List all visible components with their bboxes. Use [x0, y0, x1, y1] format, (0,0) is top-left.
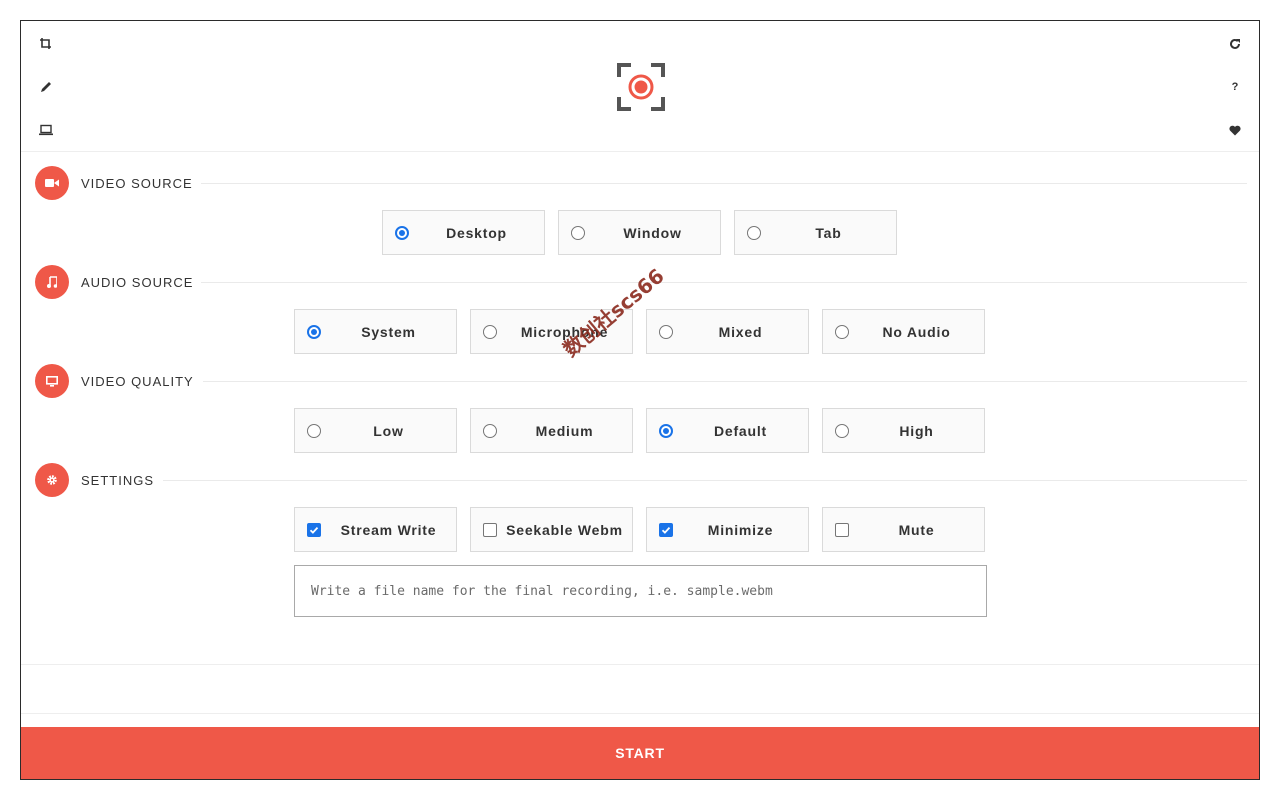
checkbox-stream-write[interactable] [307, 523, 321, 537]
option-label: High [899, 422, 934, 439]
option-label: Desktop [446, 224, 507, 241]
video-quality-high[interactable]: High [822, 408, 985, 453]
option-label: Window [623, 224, 682, 241]
video-quality-medium[interactable]: Medium [470, 408, 633, 453]
music-note-icon [35, 265, 69, 299]
section-title: VIDEO SOURCE [81, 175, 193, 191]
option-label: Default [713, 422, 768, 439]
video-quality-header: VIDEO QUALITY [35, 363, 194, 399]
section-divider [203, 381, 1247, 382]
video-source-header: VIDEO SOURCE [35, 165, 193, 201]
reload-icon[interactable] [1225, 34, 1245, 54]
radio-high[interactable] [835, 424, 849, 438]
video-quality-default[interactable]: Default [646, 408, 809, 453]
radio-no-audio[interactable] [835, 325, 849, 339]
setting-seekable-webm[interactable]: Seekable Webm [470, 507, 633, 552]
heart-icon[interactable] [1225, 120, 1245, 140]
radio-mixed[interactable] [659, 325, 673, 339]
setting-mute[interactable]: Mute [822, 507, 985, 552]
option-label: Mute [898, 521, 935, 538]
video-source-desktop[interactable]: Desktop [382, 210, 545, 255]
settings-header: SETTINGS [35, 462, 154, 498]
checkbox-mute[interactable] [835, 523, 849, 537]
radio-tab[interactable] [747, 226, 761, 240]
footer-divider [21, 713, 1259, 714]
section-title: SETTINGS [81, 472, 155, 488]
recorder-panel: ? VIDEO SOURCE Desktop Window Tab AUDIO … [20, 20, 1260, 780]
video-quality-low[interactable]: Low [294, 408, 457, 453]
option-label: System [361, 323, 416, 340]
checkbox-minimize[interactable] [659, 523, 673, 537]
section-divider [201, 282, 1247, 283]
radio-medium[interactable] [483, 424, 497, 438]
filename-input[interactable] [294, 565, 987, 617]
section-divider [201, 183, 1247, 184]
video-camera-icon [35, 166, 69, 200]
audio-source-no-audio[interactable]: No Audio [822, 309, 985, 354]
gear-icon [35, 463, 69, 497]
section-title: VIDEO QUALITY [81, 373, 194, 389]
option-label: Seekable Webm [506, 521, 623, 538]
radio-desktop[interactable] [395, 226, 409, 240]
monitor-icon [35, 364, 69, 398]
audio-source-system[interactable]: System [294, 309, 457, 354]
audio-source-header: AUDIO SOURCE [35, 264, 193, 300]
video-source-window[interactable]: Window [558, 210, 721, 255]
start-button-label: START [615, 745, 665, 761]
option-label: No Audio [882, 323, 951, 340]
start-button[interactable]: START [21, 727, 1259, 779]
option-label: Low [373, 422, 404, 439]
radio-microphone[interactable] [483, 325, 497, 339]
record-target-icon [617, 63, 665, 111]
radio-default[interactable] [659, 424, 673, 438]
option-label: Minimize [707, 521, 774, 538]
pencil-icon[interactable] [36, 77, 56, 97]
section-divider [163, 480, 1247, 481]
video-source-tab[interactable]: Tab [734, 210, 897, 255]
laptop-icon[interactable] [36, 120, 56, 140]
checkbox-seekable-webm[interactable] [483, 523, 497, 537]
setting-minimize[interactable]: Minimize [646, 507, 809, 552]
radio-system[interactable] [307, 325, 321, 339]
section-title: AUDIO SOURCE [81, 274, 194, 290]
audio-source-mixed[interactable]: Mixed [646, 309, 809, 354]
setting-stream-write[interactable]: Stream Write [294, 507, 457, 552]
radio-low[interactable] [307, 424, 321, 438]
option-label: Tab [815, 224, 842, 241]
option-label: Microphone [520, 323, 609, 340]
help-glyph: ? [1231, 81, 1239, 93]
footer-divider [21, 664, 1259, 665]
option-label: Stream Write [340, 521, 437, 538]
radio-window[interactable] [571, 226, 585, 240]
help-icon[interactable]: ? [1225, 77, 1245, 97]
header-divider [21, 151, 1259, 152]
option-label: Mixed [718, 323, 763, 340]
audio-source-microphone[interactable]: Microphone [470, 309, 633, 354]
crop-icon[interactable] [36, 34, 56, 54]
option-label: Medium [535, 422, 594, 439]
